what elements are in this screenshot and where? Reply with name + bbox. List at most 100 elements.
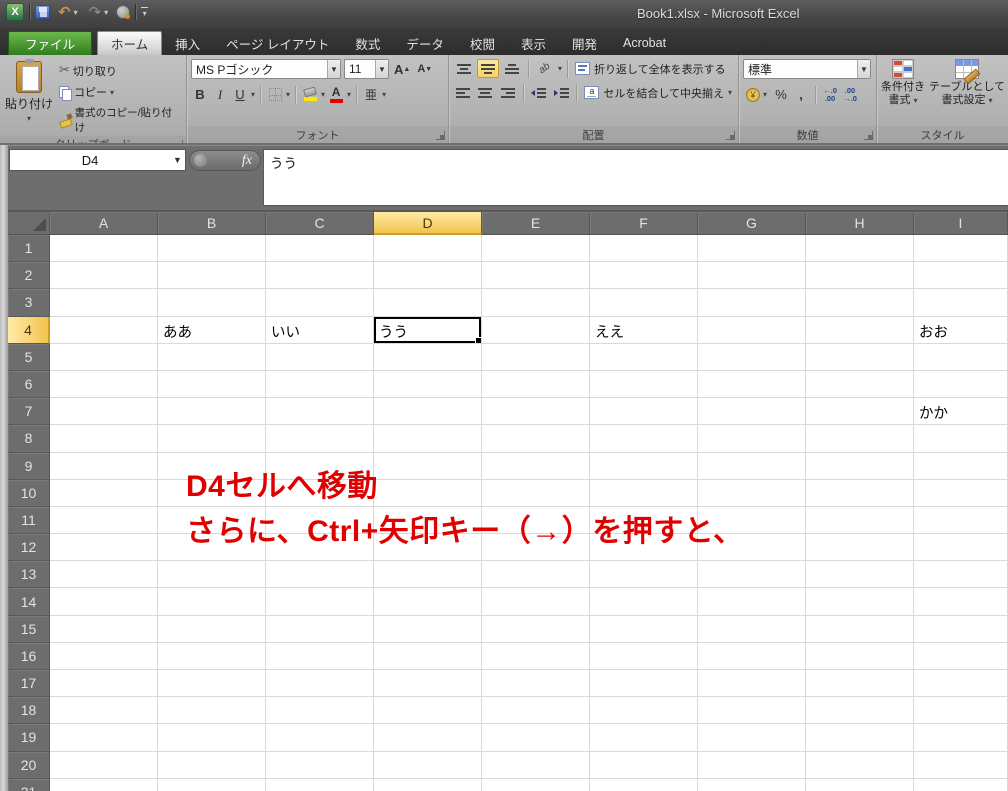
cell-B1[interactable] bbox=[158, 235, 266, 262]
cell-H6[interactable] bbox=[806, 371, 914, 398]
cell-C5[interactable] bbox=[266, 344, 374, 371]
cell-H10[interactable] bbox=[806, 480, 914, 507]
cell-C19[interactable] bbox=[266, 724, 374, 751]
cell-G3[interactable] bbox=[698, 289, 806, 316]
cell-F5[interactable] bbox=[590, 344, 698, 371]
cell-A21[interactable] bbox=[50, 779, 158, 791]
print-preview-icon[interactable] bbox=[116, 5, 130, 19]
cell-F15[interactable] bbox=[590, 616, 698, 643]
cell-C13[interactable] bbox=[266, 561, 374, 588]
cell-I9[interactable] bbox=[914, 453, 1008, 480]
cell-I21[interactable] bbox=[914, 779, 1008, 791]
bold-button[interactable]: B bbox=[191, 85, 209, 104]
cell-A18[interactable] bbox=[50, 697, 158, 724]
cell-A20[interactable] bbox=[50, 752, 158, 779]
cell-B19[interactable] bbox=[158, 724, 266, 751]
column-header-G[interactable]: G bbox=[698, 212, 806, 235]
cell-A5[interactable] bbox=[50, 344, 158, 371]
wrap-text-button[interactable]: 折り返して全体を表示する bbox=[573, 60, 728, 78]
cell-H21[interactable] bbox=[806, 779, 914, 791]
copy-button[interactable]: コピー▾ bbox=[56, 83, 182, 101]
name-box[interactable]: D4 ▼ bbox=[9, 149, 186, 171]
orientation-button[interactable]: ab bbox=[534, 59, 556, 78]
cell-A19[interactable] bbox=[50, 724, 158, 751]
cell-F21[interactable] bbox=[590, 779, 698, 791]
cell-F6[interactable] bbox=[590, 371, 698, 398]
cell-E2[interactable] bbox=[482, 262, 590, 289]
cell-E4[interactable] bbox=[482, 317, 590, 344]
increase-decimal-button[interactable]: ←.0.00 bbox=[821, 85, 839, 104]
cell-D17[interactable] bbox=[374, 670, 482, 697]
cell-F14[interactable] bbox=[590, 588, 698, 615]
cell-G15[interactable] bbox=[698, 616, 806, 643]
row-header-4[interactable]: 4 bbox=[8, 317, 50, 344]
cell-E16[interactable] bbox=[482, 643, 590, 670]
cell-A14[interactable] bbox=[50, 588, 158, 615]
cell-A2[interactable] bbox=[50, 262, 158, 289]
format-painter-button[interactable]: 書式のコピー/貼り付け bbox=[56, 104, 182, 136]
column-header-B[interactable]: B bbox=[158, 212, 266, 235]
row-header-2[interactable]: 2 bbox=[8, 262, 50, 289]
column-header-E[interactable]: E bbox=[482, 212, 590, 235]
cell-G18[interactable] bbox=[698, 697, 806, 724]
phonetic-button[interactable]: 亜 bbox=[362, 85, 380, 104]
cell-G16[interactable] bbox=[698, 643, 806, 670]
cell-C17[interactable] bbox=[266, 670, 374, 697]
format-as-table-button[interactable]: テーブルとして 書式設定 ▾ bbox=[929, 59, 1005, 107]
cell-C4[interactable]: いい bbox=[266, 317, 374, 344]
cell-C1[interactable] bbox=[266, 235, 374, 262]
underline-button[interactable]: U bbox=[231, 85, 249, 104]
row-header-11[interactable]: 11 bbox=[8, 507, 50, 534]
tab-校閲[interactable]: 校閲 bbox=[457, 31, 508, 55]
cell-F19[interactable] bbox=[590, 724, 698, 751]
conditional-formatting-button[interactable]: 条件付き 書式 ▾ bbox=[881, 59, 925, 107]
row-header-6[interactable]: 6 bbox=[8, 371, 50, 398]
cell-I17[interactable] bbox=[914, 670, 1008, 697]
cell-C15[interactable] bbox=[266, 616, 374, 643]
cell-H7[interactable] bbox=[806, 398, 914, 425]
column-header-H[interactable]: H bbox=[806, 212, 914, 235]
paste-button[interactable]: 貼り付け ▾ bbox=[4, 59, 54, 125]
cell-A15[interactable] bbox=[50, 616, 158, 643]
cell-G13[interactable] bbox=[698, 561, 806, 588]
cell-F8[interactable] bbox=[590, 425, 698, 452]
cell-D8[interactable] bbox=[374, 425, 482, 452]
cell-H8[interactable] bbox=[806, 425, 914, 452]
comma-format-button[interactable]: , bbox=[792, 85, 810, 104]
cell-D4[interactable]: うう bbox=[374, 317, 482, 344]
cell-G5[interactable] bbox=[698, 344, 806, 371]
cell-G14[interactable] bbox=[698, 588, 806, 615]
cell-B6[interactable] bbox=[158, 371, 266, 398]
row-header-21[interactable]: 21 bbox=[8, 779, 50, 791]
cell-I3[interactable] bbox=[914, 289, 1008, 316]
cell-H12[interactable] bbox=[806, 534, 914, 561]
cell-E20[interactable] bbox=[482, 752, 590, 779]
column-header-D[interactable]: D bbox=[374, 212, 482, 235]
cell-B17[interactable] bbox=[158, 670, 266, 697]
align-bottom-button[interactable] bbox=[501, 59, 523, 78]
cell-E17[interactable] bbox=[482, 670, 590, 697]
row-header-17[interactable]: 17 bbox=[8, 670, 50, 697]
cell-D18[interactable] bbox=[374, 697, 482, 724]
row-header-15[interactable]: 15 bbox=[8, 616, 50, 643]
chevron-down-icon[interactable]: ▼ bbox=[170, 155, 185, 165]
cell-C16[interactable] bbox=[266, 643, 374, 670]
cell-D20[interactable] bbox=[374, 752, 482, 779]
cell-B13[interactable] bbox=[158, 561, 266, 588]
cell-F17[interactable] bbox=[590, 670, 698, 697]
cell-D16[interactable] bbox=[374, 643, 482, 670]
cell-A13[interactable] bbox=[50, 561, 158, 588]
row-header-18[interactable]: 18 bbox=[8, 697, 50, 724]
fill-color-button[interactable] bbox=[301, 85, 319, 104]
cell-I7[interactable]: かか bbox=[914, 398, 1008, 425]
tab-Acrobat[interactable]: Acrobat bbox=[610, 31, 679, 55]
cell-F7[interactable] bbox=[590, 398, 698, 425]
row-header-1[interactable]: 1 bbox=[8, 235, 50, 262]
cell-H16[interactable] bbox=[806, 643, 914, 670]
cell-B3[interactable] bbox=[158, 289, 266, 316]
column-header-C[interactable]: C bbox=[266, 212, 374, 235]
cell-G8[interactable] bbox=[698, 425, 806, 452]
column-header-I[interactable]: I bbox=[914, 212, 1008, 235]
cell-A8[interactable] bbox=[50, 425, 158, 452]
row-header-12[interactable]: 12 bbox=[8, 534, 50, 561]
